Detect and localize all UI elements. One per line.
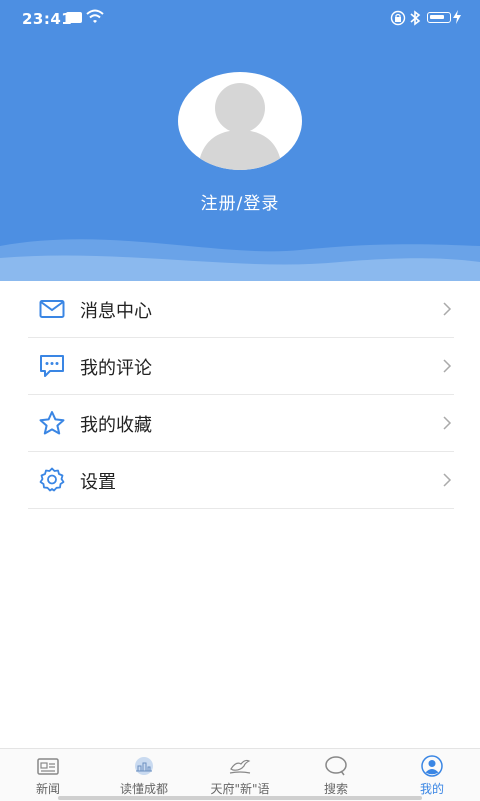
lock-rotation-icon xyxy=(390,10,406,26)
tab-label: 搜索 xyxy=(323,782,348,796)
status-time: 23:41 xyxy=(22,10,73,28)
city-icon xyxy=(135,757,153,775)
bottom-tab-bar: 新闻 读懂成都 天府"新"语 搜索 我的 xyxy=(0,748,480,801)
login-register-link[interactable]: 注册/登录 xyxy=(0,189,480,214)
comment-icon xyxy=(40,355,64,377)
menu-item-label: 我的评论 xyxy=(80,358,152,379)
charging-icon xyxy=(453,10,461,24)
tab-search[interactable]: 搜索 xyxy=(288,749,384,801)
star-icon xyxy=(39,411,65,435)
avatar[interactable] xyxy=(178,72,302,170)
status-bar: 23:41 xyxy=(0,0,480,38)
profile-menu: 消息中心 我的评论 我的收藏 设置 xyxy=(28,281,454,509)
menu-item-label: 设置 xyxy=(80,472,116,493)
chevron-right-icon xyxy=(443,302,452,316)
gear-icon xyxy=(39,467,65,492)
tab-mine[interactable]: 我的 xyxy=(384,749,480,801)
mail-icon xyxy=(39,300,65,318)
default-avatar-icon xyxy=(198,83,282,170)
user-icon xyxy=(421,755,443,777)
news-icon xyxy=(37,758,59,775)
battery-icon xyxy=(427,12,451,23)
menu-item-favorites[interactable]: 我的收藏 xyxy=(28,395,454,452)
search-icon xyxy=(325,756,347,776)
bluetooth-icon xyxy=(410,10,421,26)
tab-label: 我的 xyxy=(419,782,444,796)
menu-item-settings[interactable]: 设置 xyxy=(28,452,454,509)
wifi-icon xyxy=(86,9,104,23)
tab-tianfu-new-words[interactable]: 天府"新"语 xyxy=(192,749,288,801)
tab-news[interactable]: 新闻 xyxy=(0,749,96,801)
menu-item-label: 我的收藏 xyxy=(80,415,152,436)
tab-label: 读懂成都 xyxy=(119,782,168,796)
home-indicator xyxy=(58,796,422,800)
chevron-right-icon xyxy=(443,473,452,487)
chevron-right-icon xyxy=(443,359,452,373)
menu-item-label: 消息中心 xyxy=(80,301,152,322)
chevron-right-icon xyxy=(443,416,452,430)
tab-label: 天府"新"语 xyxy=(210,782,270,796)
tab-understand-chengdu[interactable]: 读懂成都 xyxy=(96,749,192,801)
sim-icon xyxy=(66,12,82,23)
menu-item-comments[interactable]: 我的评论 xyxy=(28,338,454,395)
menu-item-messages[interactable]: 消息中心 xyxy=(28,281,454,338)
profile-header: 23:41 注册/登录 xyxy=(0,0,480,281)
tab-label: 新闻 xyxy=(35,782,60,796)
bird-icon xyxy=(229,759,251,774)
